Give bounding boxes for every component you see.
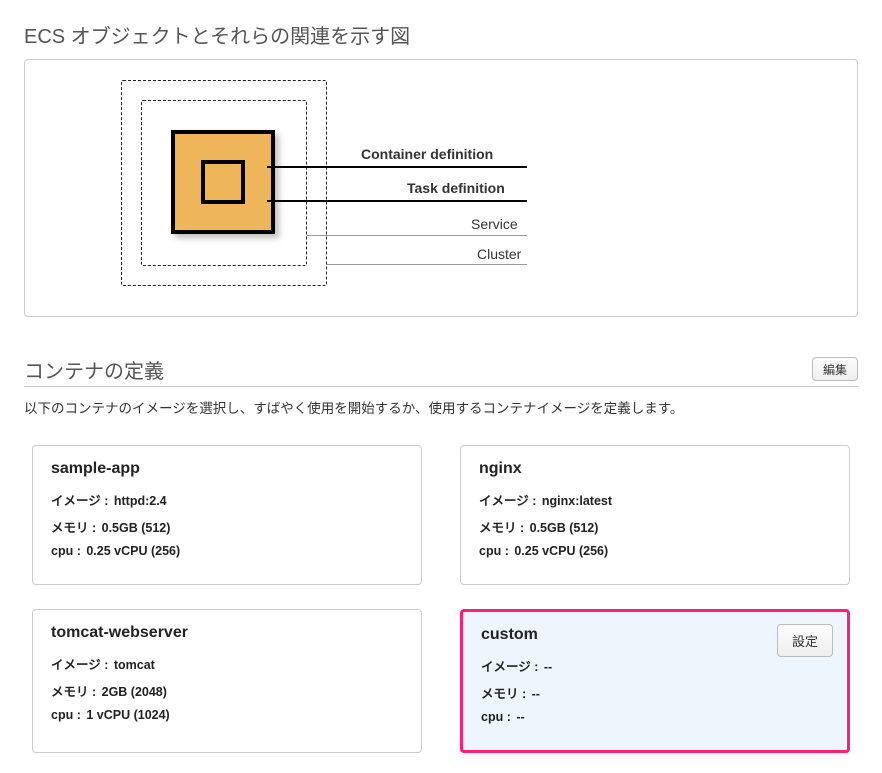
card-image-label: イメージ : [51, 658, 108, 672]
container-def-box [201, 160, 245, 204]
edit-button[interactable]: 編集 [812, 357, 858, 381]
container-def-header: コンテナの定義 編集 [24, 355, 858, 387]
container-card-sample-app[interactable]: sample-app イメージ : httpd:2.4 メモリ : 0.5GB (5… [32, 445, 422, 585]
card-image-label: イメージ : [51, 494, 108, 508]
diagram-frame: Container definition Task definition Ser… [24, 59, 858, 317]
card-memory-row: メモリ : 2GB (2048) [51, 681, 403, 700]
card-title: nginx [479, 460, 831, 478]
card-memory-label: メモリ : [481, 687, 526, 701]
label-task-def: Task definition [407, 180, 505, 196]
card-memory-value: 2GB (2048) [98, 685, 167, 699]
card-image-label: イメージ : [479, 494, 536, 508]
leader-container [267, 166, 527, 168]
card-cpu-label: cpu : [51, 544, 81, 558]
label-cluster: Cluster [477, 246, 521, 262]
card-memory-label: メモリ : [51, 521, 96, 535]
card-cpu-row: cpu : 1 vCPU (1024) [51, 708, 403, 722]
card-grid: sample-app イメージ : httpd:2.4 メモリ : 0.5GB (5… [24, 445, 858, 753]
leader-task [267, 200, 527, 202]
card-image-label: イメージ : [481, 660, 538, 674]
card-title: tomcat-webserver [51, 624, 403, 642]
card-memory-row: メモリ : -- [481, 683, 829, 702]
card-cpu-value: 0.25 vCPU (256) [511, 544, 608, 558]
diagram-stage: Container definition Task definition Ser… [121, 80, 761, 290]
card-memory-row: メモリ : 0.5GB (512) [479, 517, 831, 536]
diagram-title: ECS オブジェクトとそれらの関連を示す図 [24, 20, 858, 49]
card-memory-row: メモリ : 0.5GB (512) [51, 517, 403, 536]
card-image-value: nginx:latest [538, 494, 612, 508]
leader-cluster [327, 264, 527, 265]
container-card-nginx[interactable]: nginx イメージ : nginx:latest メモリ : 0.5GB (512… [460, 445, 850, 585]
container-def-subtitle: 以下のコンテナのイメージを選択し、すばやく使用を開始するか、使用するコンテナイメ… [24, 397, 858, 417]
card-title: sample-app [51, 460, 403, 478]
label-container-def: Container definition [361, 146, 493, 162]
card-image-value: httpd:2.4 [110, 494, 166, 508]
card-image-row: イメージ : httpd:2.4 [51, 490, 403, 509]
card-memory-value: -- [528, 687, 540, 701]
leader-service [307, 235, 527, 236]
card-cpu-label: cpu : [51, 708, 81, 722]
task-def-box [171, 130, 275, 234]
card-cpu-row: cpu : -- [481, 710, 829, 724]
card-image-row: イメージ : nginx:latest [479, 490, 831, 509]
card-cpu-value: 0.25 vCPU (256) [83, 544, 180, 558]
card-cpu-label: cpu : [479, 544, 509, 558]
card-image-value: tomcat [110, 658, 154, 672]
card-cpu-row: cpu : 0.25 vCPU (256) [479, 544, 831, 558]
card-image-row: イメージ : -- [481, 656, 829, 675]
card-settings-button[interactable]: 設定 [777, 624, 833, 657]
container-def-title: コンテナの定義 [24, 355, 164, 384]
card-memory-label: メモリ : [479, 521, 524, 535]
card-cpu-value: 1 vCPU (1024) [83, 708, 170, 722]
card-cpu-row: cpu : 0.25 vCPU (256) [51, 544, 403, 558]
label-service: Service [471, 216, 518, 232]
card-image-row: イメージ : tomcat [51, 654, 403, 673]
card-cpu-label: cpu : [481, 710, 511, 724]
container-card-custom[interactable]: customイメージ : --メモリ : --cpu : --設定 [460, 609, 850, 753]
card-cpu-value: -- [513, 710, 525, 724]
card-image-value: -- [540, 660, 552, 674]
container-card-tomcat-webserver[interactable]: tomcat-webserver イメージ : tomcat メモリ : 2GB (… [32, 609, 422, 753]
card-memory-value: 0.5GB (512) [98, 521, 170, 535]
card-memory-label: メモリ : [51, 685, 96, 699]
card-memory-value: 0.5GB (512) [526, 521, 598, 535]
